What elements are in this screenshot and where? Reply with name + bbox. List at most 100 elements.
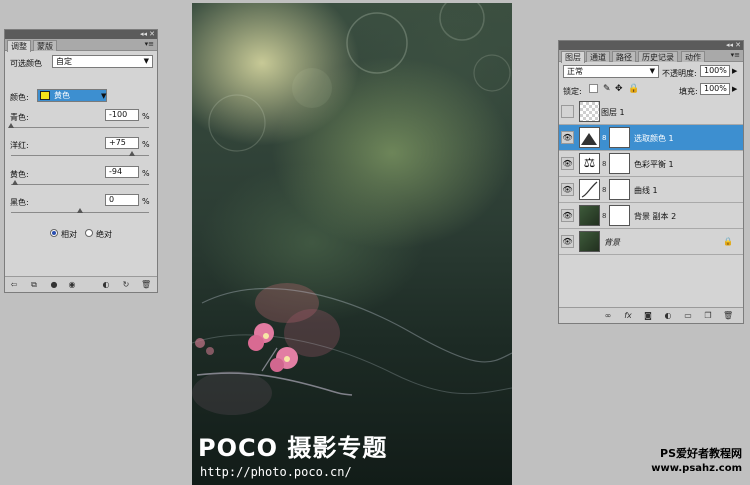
adjustment-thumbnail-icon [579,127,600,148]
panel-menu-icon[interactable]: ▾≡ [145,40,154,48]
chevron-right-icon[interactable]: ▶ [732,85,737,93]
layer-clip-icon[interactable]: ⧉ [29,280,39,290]
visibility-off-icon[interactable] [561,105,574,118]
cyan-slider-thumb[interactable] [8,123,14,128]
preset-select[interactable]: 自定 ▼ [52,55,153,68]
poco-watermark: POCO 摄影专题 [198,434,388,462]
tab-layers[interactable]: 图层 [561,51,585,63]
layer-row[interactable]: 👁 背景 🔒 [559,229,743,255]
layer-thumbnail [579,101,600,122]
opacity-label: 不透明度: [662,69,697,78]
trash-icon[interactable]: 🗑 [723,311,733,321]
chevron-down-icon[interactable]: ▼ [101,92,106,100]
cyan-value-field[interactable]: -100 [105,109,139,121]
mask-thumbnail [609,153,630,174]
eye-icon[interactable]: 👁 [561,209,574,222]
eye-icon[interactable]: 👁 [561,131,574,144]
magenta-percent: % [142,140,150,149]
collapse-arrows-icon[interactable]: ◂◂ [726,41,733,50]
layer-name: 色彩平衡 1 [634,160,674,169]
layer-thumbnail [579,231,600,252]
color-select[interactable]: 黄色 [37,89,107,102]
back-icon[interactable]: ⇦ [9,280,19,290]
collapse-arrows-icon[interactable]: ◂◂ [140,30,147,39]
eye-icon[interactable]: 👁 [561,157,574,170]
color-label: 颜色: [10,93,29,102]
panel-menu-icon[interactable]: ▾≡ [731,51,740,59]
folder-icon[interactable]: ▭ [683,311,693,321]
blend-mode-select[interactable]: 正常 ▼ [563,65,659,78]
lock-paint-icon[interactable]: ✎ [603,84,611,94]
adjustments-panel: ◂◂ ✕ 调整 蒙版 ▾≡ 可选颜色 自定 ▼ 颜色: 黄色 ▼ 青色: -10… [4,29,158,293]
absolute-radio[interactable] [85,229,93,237]
layer-row[interactable]: 👁 ⚖ 8 色彩平衡 1 [559,151,743,177]
layer-row[interactable]: 图层 1 [559,99,743,125]
view-previous-icon[interactable]: ◐ [101,280,111,290]
photo-artwork [192,3,512,415]
mask-thumbnail [609,179,630,200]
layer-thumbnail [579,205,600,226]
tab-history[interactable]: 历史记录 [638,51,678,62]
black-percent: % [142,197,150,206]
yellow-percent: % [142,169,150,178]
tab-adjustments[interactable]: 调整 [7,40,31,52]
mask-icon[interactable]: ● [49,280,59,290]
link-icon[interactable]: 8 [602,212,606,220]
layer-row[interactable]: 👁 8 选取颜色 1 [559,125,743,151]
slider-black-label: 黑色: [10,198,29,207]
cyan-slider-track[interactable] [11,127,149,128]
close-icon[interactable]: ✕ [149,30,155,39]
lock-all-icon[interactable]: 🔒 [628,84,639,94]
link-icon[interactable]: 8 [602,186,606,194]
fill-field[interactable]: 100% [700,83,730,95]
black-slider-thumb[interactable] [77,208,83,213]
trash-icon[interactable]: 🗑 [141,280,151,290]
layers-tabs: 图层 通道 路径 历史记录 动作 ▾≡ [559,50,743,63]
cyan-percent: % [142,112,150,121]
reset-icon[interactable]: ↻ [121,280,131,290]
lock-transparency-icon[interactable] [589,84,598,93]
panel-dock-bar: ◂◂ ✕ [559,41,743,50]
layer-name: 曲线 1 [634,186,658,195]
eye-icon[interactable]: 👁 [561,235,574,248]
tab-channels[interactable]: 通道 [586,51,610,62]
eye-icon[interactable]: ◉ [67,280,77,290]
lock-move-icon[interactable]: ✥ [615,84,623,94]
magenta-value-field[interactable]: +75 [105,137,139,149]
yellow-slider-track[interactable] [11,184,149,185]
color-value: 黄色 [54,91,70,100]
close-icon[interactable]: ✕ [735,41,741,50]
opacity-field[interactable]: 100% [700,65,730,77]
mask-icon[interactable]: ◙ [643,311,653,321]
chevron-down-icon: ▼ [143,57,149,65]
document-canvas[interactable]: POCO 摄影专题 http://photo.poco.cn/ [192,3,512,485]
eye-icon[interactable]: 👁 [561,183,574,196]
layer-row[interactable]: 👁 8 背景 副本 2 [559,203,743,229]
layer-row[interactable]: 👁 8 曲线 1 [559,177,743,203]
adjustment-icon[interactable]: ◐ [663,311,673,321]
link-icon[interactable]: 8 [602,134,606,142]
layers-list: 图层 1 👁 8 选取颜色 1 👁 ⚖ 8 色彩平衡 1 👁 8 曲线 1 👁 … [559,99,743,307]
slider-magenta-label: 洋红: [10,141,29,150]
site-watermark-title: PS爱好者教程网 [660,447,742,460]
yellow-value-field[interactable]: -94 [105,166,139,178]
link-icon[interactable]: 8 [602,160,606,168]
tab-paths[interactable]: 路径 [612,51,636,62]
tab-masks[interactable]: 蒙版 [33,40,57,51]
relative-radio[interactable] [50,229,58,237]
magenta-slider-thumb[interactable] [128,151,135,156]
tab-actions[interactable]: 动作 [681,51,705,62]
layer-name: 图层 1 [601,108,625,117]
layers-bottom-bar: ∞ fx ◙ ◐ ▭ ❐ 🗑 [559,307,743,323]
chevron-right-icon[interactable]: ▶ [732,67,737,75]
absolute-label: 绝对 [96,230,112,239]
blend-mode-value: 正常 [567,67,583,76]
yellow-slider-thumb[interactable] [12,180,19,185]
link-icon[interactable]: ∞ [603,311,613,321]
balance-icon: ⚖ [579,153,600,174]
layer-name: 背景 [604,238,620,247]
layer-name: 选取颜色 1 [634,134,674,143]
fx-icon[interactable]: fx [623,311,633,321]
black-value-field[interactable]: 0 [105,194,139,206]
new-layer-icon[interactable]: ❐ [703,311,713,321]
